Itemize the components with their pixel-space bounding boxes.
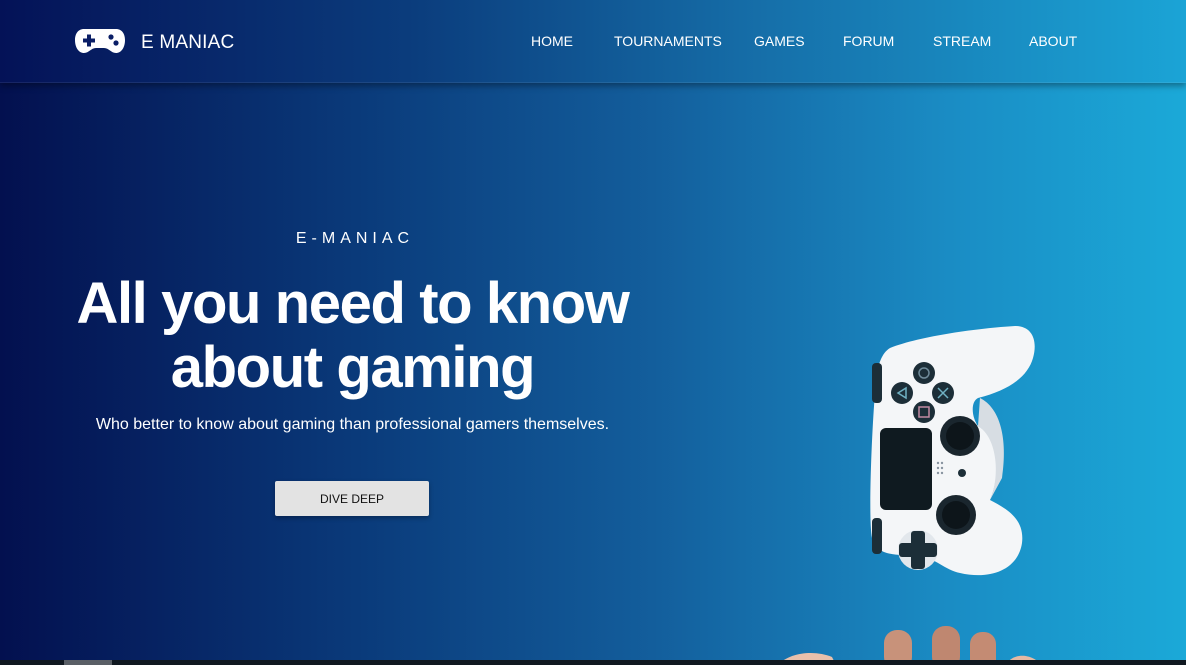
hand-image: [778, 626, 1038, 665]
hero-eyebrow: E-MANIAC: [295, 230, 415, 247]
top-navbar: E MANIAC HOME TOURNAMENTS GAMES FORUM ST…: [0, 0, 1186, 83]
game-controller-image: [870, 326, 1035, 576]
nav-link-stream[interactable]: STREAM: [933, 33, 991, 49]
hero-subtext: Who better to know about gaming than pro…: [95, 416, 610, 433]
hero-headline-line2: about gaming: [170, 335, 536, 400]
horizontal-scrollbar[interactable]: [0, 660, 1186, 665]
nav-link-tournaments[interactable]: TOURNAMENTS: [614, 33, 722, 49]
nav-link-about[interactable]: ABOUT: [1029, 33, 1077, 49]
scrollbar-thumb[interactable]: [64, 660, 112, 665]
nav-link-games[interactable]: GAMES: [754, 33, 805, 49]
nav-link-forum[interactable]: FORUM: [843, 33, 894, 49]
nav-link-home[interactable]: HOME: [531, 33, 573, 49]
dive-deep-button[interactable]: DIVE DEEP: [275, 481, 429, 516]
hero-headline: All you need to know about gaming: [50, 272, 655, 400]
hero-section: E-MANIAC All you need to know about gami…: [50, 230, 655, 434]
hero-headline-line1: All you need to know: [76, 271, 629, 336]
nav-menu: HOME TOURNAMENTS GAMES FORUM STREAM ABOU…: [0, 33, 1186, 51]
